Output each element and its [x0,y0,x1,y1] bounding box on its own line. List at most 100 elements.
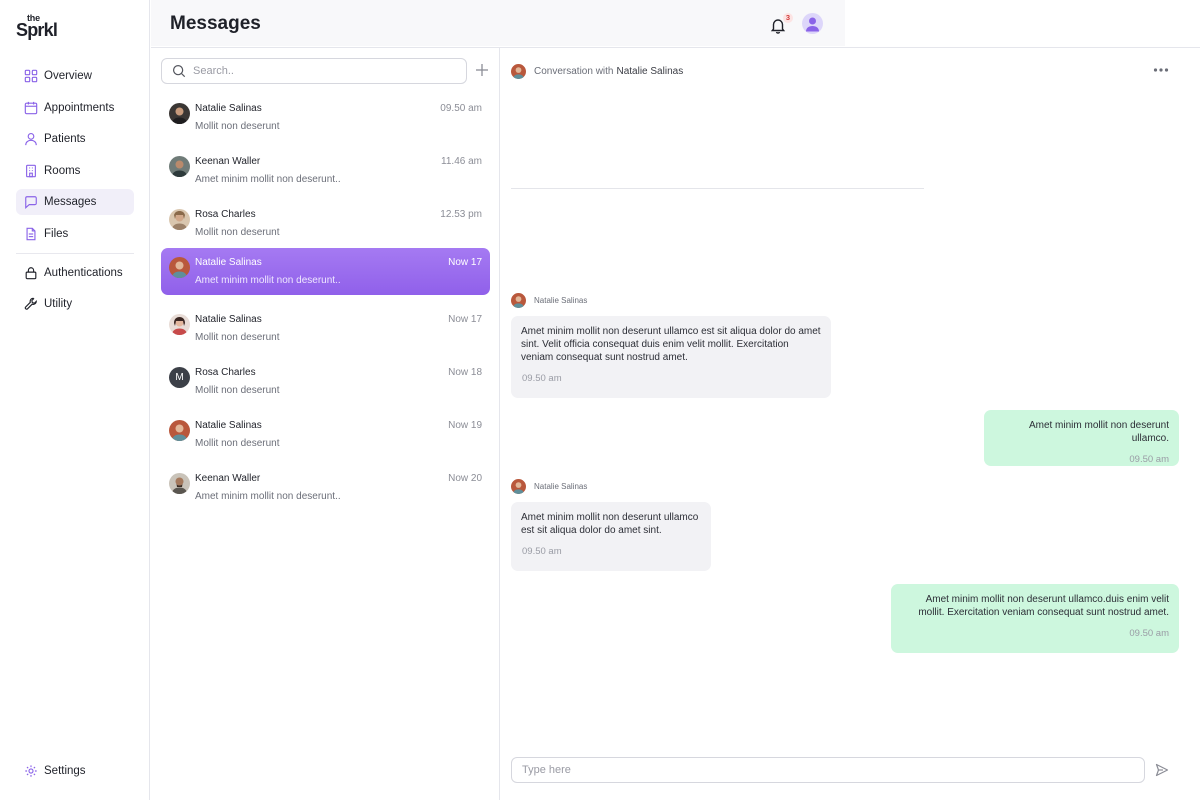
conversation-item[interactable]: Natalie Salinas Now 19 Mollit non deseru… [161,411,490,458]
message-time: 09.50 am [1129,628,1169,639]
chat-icon [25,196,37,210]
conversation-time: Now 17 [448,314,482,325]
avatar [169,209,190,230]
avatar [169,156,190,177]
conversation-item[interactable]: Natalie Salinas Now 17 Mollit non deseru… [161,305,490,352]
message-text: Amet minim mollit non deserunt ullamco. [1028,420,1169,444]
search-box[interactable] [161,58,467,84]
sidebar-item-label: Rooms [44,164,81,177]
message-input[interactable] [522,764,1122,776]
conversation-item[interactable]: Keenan Waller 11.46 am Amet minim mollit… [161,147,490,194]
calendar-icon [24,101,38,114]
conversation-item[interactable]: M Rosa Charles Now 18 Mollit non deserun… [161,358,490,405]
conversation-item[interactable]: Rosa Charles 12.53 pm Mollit non deserun… [161,200,490,247]
conversation-name: Keenan Waller [195,473,261,484]
conversation-preview: Mollit non deserunt [195,227,280,238]
message-time: 09.50 am [522,373,562,384]
conversation-name: Rosa Charles [195,209,256,220]
chat-header-name: Natalie Salinas [616,66,684,77]
sidebar-item-label: Utility [44,298,73,311]
sidebar-item-utility[interactable]: Utility [16,291,134,317]
sidebar-item-patients[interactable]: Patients [16,126,134,152]
chat-header-prefix: Conversation with [534,66,614,77]
conversation-name: Keenan Waller [195,156,261,167]
sidebar-item-appointments[interactable]: Appointments [16,95,134,121]
sidebar-item-settings[interactable]: Settings [16,758,134,784]
message-sender: Natalie Salinas [511,479,587,494]
user-icon [25,133,37,146]
conversation-preview: Amet minim mollit non deserunt.. [195,275,341,286]
gear-icon [25,765,37,777]
new-conversation-plus-icon[interactable] [475,63,489,77]
message-text: Amet minim mollit non deserunt ullamco e… [521,512,699,536]
sender-name: Natalie Salinas [534,482,588,491]
building-icon [26,164,36,178]
avatar [169,103,190,124]
conversation-preview: Mollit non deserunt [195,385,280,396]
message-sender: Natalie Salinas [511,293,587,308]
brand-logo[interactable]: the Sprkl [16,14,58,40]
sidebar-item-label: Authentications [44,266,123,279]
chat-header: Conversation with Natalie Salinas [511,64,683,79]
sidebar-item-label: Overview [44,70,92,82]
logo-name: Sprkl [16,20,58,40]
chat-panel: Conversation with Natalie Salinas Natali… [501,48,1200,800]
send-icon[interactable] [1155,763,1169,777]
sidebar: the Sprkl Overview Appointments Patients… [0,0,150,800]
message-time: 09.50 am [522,546,562,557]
outgoing-message-bubble: Amet minim mollit non deserunt ullamco.d… [891,584,1179,653]
sidebar-item-label: Appointments [44,101,115,114]
sidebar-item-authentications[interactable]: Authentications [16,260,134,286]
sidebar-item-rooms[interactable]: Rooms [16,158,134,184]
conversation-preview: Amet minim mollit non deserunt.. [195,491,341,502]
sidebar-divider [16,252,134,254]
message-text: Amet minim mollit non deserunt ullamco.d… [918,594,1169,618]
conversation-name: Natalie Salinas [195,314,262,325]
outgoing-message-bubble: Amet minim mollit non deserunt ullamco. … [984,410,1179,466]
conversation-preview: Mollit non deserunt [195,332,280,343]
conversation-preview: Mollit non deserunt [195,121,280,132]
search-input[interactable] [193,65,433,77]
conversation-time: 09.50 am [440,103,482,114]
top-header: Messages 3 [151,0,845,46]
more-options-icon[interactable] [1153,66,1169,74]
conversation-preview: Mollit non deserunt [195,438,280,449]
notification-badge: 3 [783,13,793,23]
avatar [511,64,526,79]
avatar [511,293,526,308]
conversation-item[interactable]: Natalie Salinas 09.50 am Mollit non dese… [161,94,490,141]
conversation-name: Natalie Salinas [195,420,262,431]
conversation-name: Natalie Salinas [195,103,262,114]
avatar [169,473,190,494]
sender-name: Natalie Salinas [534,296,588,305]
sidebar-item-label: Settings [44,765,86,777]
lock-icon [25,266,37,279]
avatar [511,479,526,494]
conversation-item[interactable]: Keenan Waller Now 20 Amet minim mollit n… [161,464,490,511]
conversation-name: Natalie Salinas [195,257,262,268]
profile-avatar[interactable] [802,13,823,34]
sidebar-item-overview[interactable]: Overview [16,63,134,89]
conversation-name: Rosa Charles [195,367,256,378]
sidebar-item-files[interactable]: Files [16,221,134,247]
grid-icon [24,69,38,83]
conversation-time: 11.46 am [441,156,482,167]
conversation-list-panel: Natalie Salinas 09.50 am Mollit non dese… [151,48,500,800]
avatar [169,314,190,335]
conversation-time: 12.53 pm [440,209,482,220]
message-composer[interactable] [511,757,1145,783]
conversation-item-selected[interactable]: Natalie Salinas Now 17 Amet minim mollit… [161,248,490,295]
avatar-initial: M [169,367,190,388]
sidebar-nav: Overview Appointments Patients Rooms Mes… [16,63,134,323]
message-text: Amet minim mollit non deserunt ullamco e… [521,326,821,363]
file-icon [26,227,36,241]
avatar [169,420,190,441]
wrench-icon [24,297,37,310]
conversation-time: Now 19 [448,420,482,431]
page-title: Messages [170,13,261,34]
incoming-message-bubble: Amet minim mollit non deserunt ullamco e… [511,316,831,398]
sidebar-item-messages[interactable]: Messages [16,189,134,216]
user-avatar-icon [806,17,819,32]
message-time: 09.50 am [1129,454,1169,465]
conversation-preview: Amet minim mollit non deserunt.. [195,174,341,185]
